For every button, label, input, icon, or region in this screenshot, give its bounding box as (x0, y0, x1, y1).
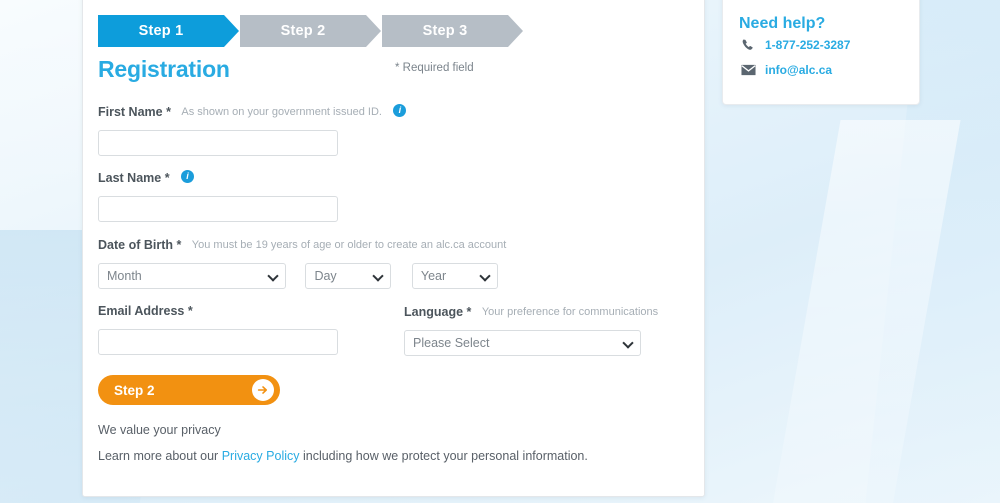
step-progress-bar: Step 1 Step 2 Step 3 (98, 15, 523, 47)
mail-icon (739, 62, 757, 78)
dob-month-select[interactable]: Month (98, 263, 286, 289)
last-name-input[interactable] (98, 196, 338, 222)
need-help-title: Need help? (739, 15, 826, 32)
field-group-first-name: First Name * As shown on your government… (98, 103, 407, 156)
dob-year-select[interactable]: Year (411, 263, 498, 289)
email-label: Email Address * (98, 303, 193, 318)
field-group-date-of-birth: Date of Birth * You must be 19 years of … (98, 236, 506, 289)
registration-card: Step 1 Step 2 Step 3 Registration * Requ… (82, 0, 705, 497)
first-name-hint: As shown on your government issued ID. (181, 105, 382, 118)
privacy-heading: We value your privacy (98, 423, 221, 437)
field-group-last-name: Last Name * i (98, 169, 338, 222)
info-icon[interactable]: i (181, 170, 195, 184)
date-of-birth-label: Date of Birth * (98, 237, 182, 252)
first-name-input[interactable] (98, 130, 338, 156)
dob-year-value: Year (411, 263, 498, 289)
required-field-note: * Required field (395, 62, 474, 74)
info-icon[interactable]: i (393, 104, 407, 118)
language-select[interactable]: Please Select (404, 330, 641, 356)
language-label: Language * (404, 304, 472, 319)
dob-day-select[interactable]: Day (305, 263, 392, 289)
background-band (759, 120, 961, 503)
dob-day-value: Day (305, 263, 392, 289)
step-indicator-3-label: Step 3 (422, 23, 468, 39)
step-indicator-1[interactable]: Step 1 (98, 15, 239, 47)
first-name-label: First Name * (98, 104, 171, 119)
step-indicator-1-label: Step 1 (138, 23, 184, 39)
field-group-email: Email Address * (98, 302, 338, 355)
help-phone-row: 1-877-252-3287 (739, 36, 850, 54)
help-phone-link[interactable]: 1-877-252-3287 (765, 38, 850, 52)
email-input[interactable] (98, 329, 338, 355)
page-title: Registration (98, 56, 230, 82)
submit-step2-button[interactable]: Step 2 (98, 375, 280, 405)
need-help-card: Need help? 1-877-252-3287 info@alc.ca (722, 0, 920, 105)
last-name-label: Last Name * (98, 170, 170, 185)
privacy-text: Learn more about our Privacy Policy incl… (98, 449, 588, 463)
step-indicator-2[interactable]: Step 2 (240, 15, 381, 47)
step-indicator-2-label: Step 2 (280, 23, 326, 39)
submit-step2-label: Step 2 (114, 383, 155, 398)
phone-icon (739, 37, 757, 53)
help-email-link[interactable]: info@alc.ca (765, 63, 832, 77)
arrow-right-icon (252, 379, 274, 401)
field-group-language: Language * Your preference for communica… (404, 303, 658, 356)
language-value: Please Select (404, 330, 641, 356)
dob-month-value: Month (98, 263, 286, 289)
privacy-policy-link[interactable]: Privacy Policy (222, 449, 300, 463)
step-indicator-3[interactable]: Step 3 (382, 15, 523, 47)
privacy-text-before: Learn more about our (98, 449, 222, 463)
privacy-text-after: including how we protect your personal i… (299, 449, 588, 463)
help-email-row: info@alc.ca (739, 61, 832, 79)
date-of-birth-hint: You must be 19 years of age or older to … (191, 238, 507, 251)
language-hint: Your preference for communications (481, 305, 659, 318)
